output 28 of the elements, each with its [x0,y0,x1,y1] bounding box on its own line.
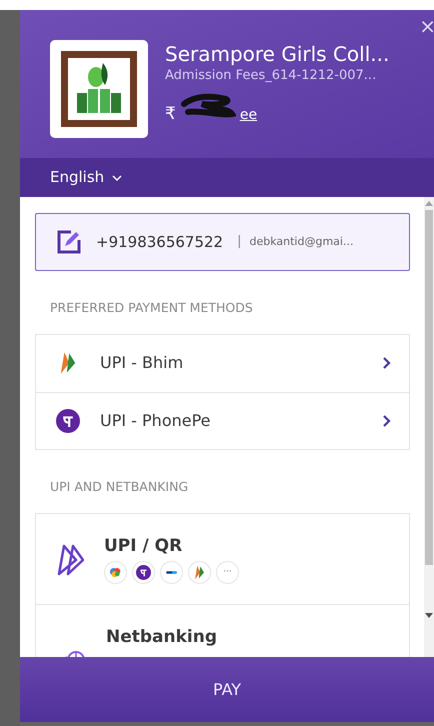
currency-symbol: ₹ [165,102,176,126]
bhim-icon [192,565,207,580]
chevron-down-icon [112,174,122,180]
close-button[interactable]: × [419,16,434,36]
edit-icon [56,229,82,255]
pay-button[interactable]: PAY [20,657,434,722]
scrollbar-thumb[interactable] [425,210,433,565]
section-heading: UPI AND NETBANKING [50,478,190,496]
language-dropdown[interactable]: English [50,166,122,189]
phone-number: +919836567522 [96,232,224,253]
merchant-name: Serampore Girls Coll... [165,42,390,66]
phonepe-icon [56,408,80,433]
gpay-icon [108,565,123,580]
email-address: debkantid@gmai... [249,234,354,250]
scroll-up-icon [425,201,433,206]
amount-link[interactable]: ee [240,104,258,126]
chevron-right-icon [382,356,391,370]
chevron-right-icon [382,414,391,428]
contact-card[interactable]: +919836567522 | debkantid@gmai... [35,213,410,271]
phonepe-icon [136,565,151,580]
scroll-down-icon [425,613,433,618]
double-arrow-icon [56,544,84,576]
section-heading: PREFERRED PAYMENT METHODS [50,299,254,317]
payment-description: Admission Fees_614-1212-007... [165,67,378,85]
payment-option-item[interactable]: Netbanking [36,604,409,657]
more-badge: ··· [216,561,239,584]
redaction-scribble [180,92,236,118]
separator: | [237,233,242,252]
